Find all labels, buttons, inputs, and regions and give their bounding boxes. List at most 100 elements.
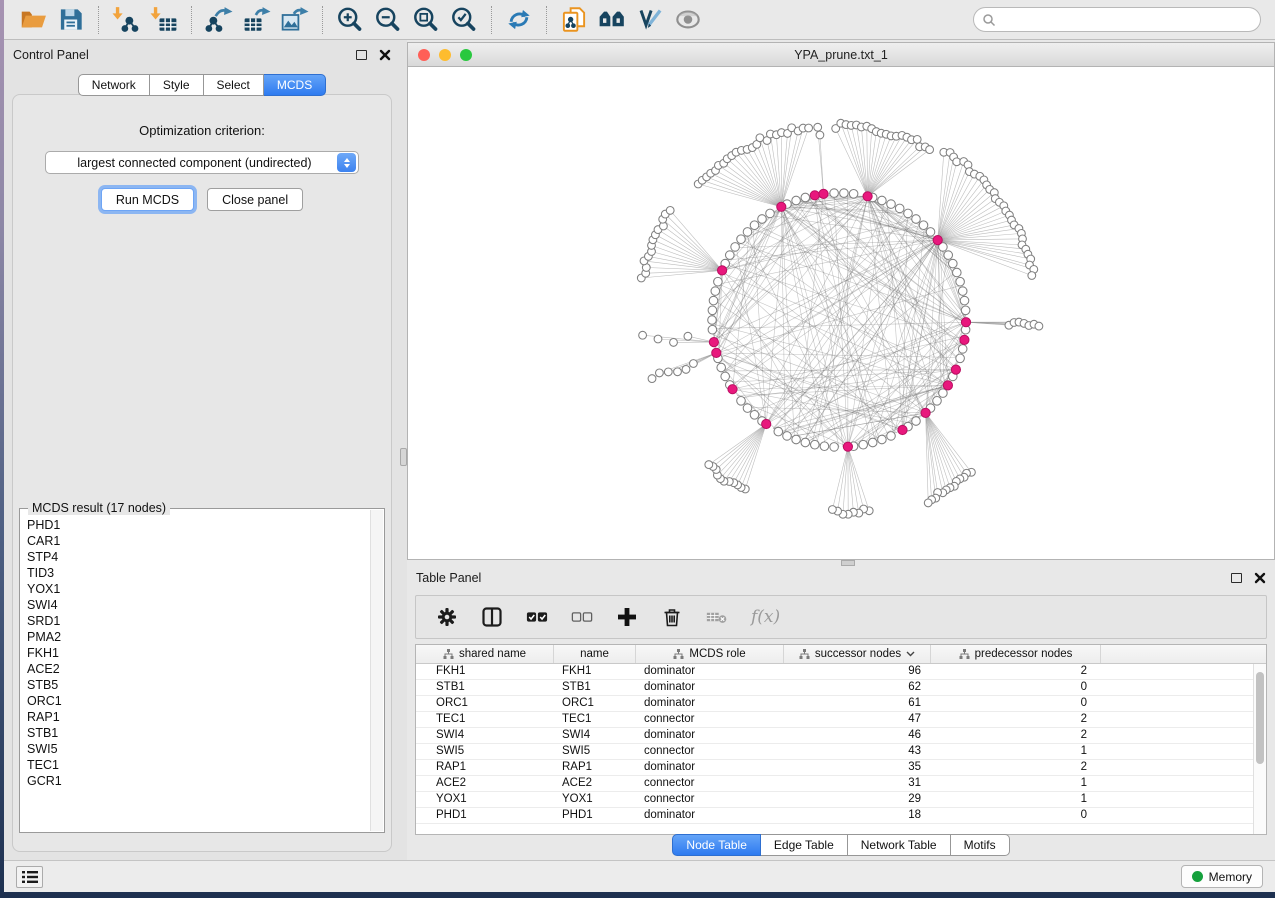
network-node[interactable] — [878, 196, 887, 205]
table-scrollbar[interactable] — [1253, 664, 1266, 834]
search-network-icon[interactable] — [597, 6, 627, 33]
mcds-network-node[interactable] — [712, 348, 721, 357]
mcds-network-node[interactable] — [810, 191, 819, 200]
network-node[interactable] — [708, 306, 717, 315]
network-node[interactable] — [684, 332, 692, 340]
network-node[interactable] — [805, 124, 813, 132]
table-row[interactable]: FKH1FKH1dominator962 — [416, 664, 1253, 680]
run-mcds-button[interactable]: Run MCDS — [101, 188, 194, 211]
network-node[interactable] — [958, 345, 967, 354]
mcds-result-item[interactable]: RAP1 — [27, 709, 364, 725]
network-node[interactable] — [743, 228, 752, 237]
table-row[interactable]: PHD1PHD1dominator180 — [416, 808, 1253, 824]
network-node[interactable] — [956, 277, 965, 286]
mcds-network-node[interactable] — [960, 335, 969, 344]
network-node[interactable] — [774, 427, 783, 436]
network-node[interactable] — [737, 235, 746, 244]
zoom-fit-icon[interactable] — [411, 6, 441, 33]
network-node[interactable] — [830, 189, 839, 198]
optimization-select[interactable]: largest connected component (undirected) — [45, 151, 359, 174]
close-panel-button[interactable]: Close panel — [207, 188, 303, 211]
column-header-MCDS-role[interactable]: MCDS role — [636, 645, 784, 663]
network-node[interactable] — [654, 335, 662, 343]
network-node[interactable] — [717, 363, 726, 372]
tab-node-table[interactable]: Node Table — [672, 834, 761, 856]
mcds-network-node[interactable] — [709, 338, 718, 347]
network-node[interactable] — [731, 243, 740, 252]
zoom-selected-icon[interactable] — [449, 6, 479, 33]
network-node[interactable] — [792, 196, 801, 205]
mcds-network-node[interactable] — [898, 425, 907, 434]
mcds-network-node[interactable] — [921, 408, 930, 417]
table-row[interactable]: ACE2ACE2connector311 — [416, 776, 1253, 792]
network-node[interactable] — [714, 277, 723, 286]
search-field[interactable] — [973, 7, 1261, 32]
network-node[interactable] — [912, 417, 921, 426]
network-node[interactable] — [904, 209, 913, 218]
zoom-in-icon[interactable] — [335, 6, 365, 33]
import-table-icon[interactable] — [149, 6, 179, 33]
network-node[interactable] — [656, 369, 664, 377]
table-row[interactable]: STB1STB1dominator620 — [416, 680, 1253, 696]
network-node[interactable] — [648, 375, 656, 383]
mcds-result-item[interactable]: ORC1 — [27, 693, 364, 709]
tab-select[interactable]: Select — [204, 74, 264, 96]
delete-table-icon[interactable] — [706, 606, 728, 628]
network-canvas[interactable] — [408, 67, 1274, 559]
refresh-icon[interactable] — [504, 6, 534, 33]
close-panel-icon[interactable] — [379, 49, 391, 61]
network-node[interactable] — [960, 296, 969, 305]
mcds-network-node[interactable] — [819, 189, 828, 198]
deselect-all-icon[interactable] — [571, 606, 593, 628]
tab-motifs[interactable]: Motifs — [951, 834, 1010, 856]
network-node[interactable] — [1028, 272, 1036, 280]
network-node[interactable] — [868, 438, 877, 447]
network-node[interactable] — [958, 287, 967, 296]
splitter-grip[interactable] — [400, 448, 407, 466]
tab-network[interactable]: Network — [78, 74, 150, 96]
table-row[interactable]: SWI4SWI4dominator462 — [416, 728, 1253, 744]
network-node[interactable] — [709, 296, 718, 305]
table-settings-gear-icon[interactable] — [436, 606, 458, 628]
mcds-network-node[interactable] — [777, 202, 786, 211]
network-node[interactable] — [926, 146, 934, 154]
network-node[interactable] — [913, 136, 921, 144]
network-node[interactable] — [878, 435, 887, 444]
column-header-predecessor-nodes[interactable]: predecessor nodes — [931, 645, 1101, 663]
column-header-successor-nodes[interactable]: successor nodes — [784, 645, 931, 663]
network-node[interactable] — [674, 368, 682, 376]
horizontal-splitter-grip[interactable] — [841, 560, 855, 566]
network-node[interactable] — [705, 461, 713, 469]
tab-edge-table[interactable]: Edge Table — [761, 834, 848, 856]
save-session-icon[interactable] — [56, 6, 86, 33]
mcds-network-node[interactable] — [863, 192, 872, 201]
network-node[interactable] — [953, 268, 962, 277]
network-titlebar[interactable]: YPA_prune.txt_1 — [408, 43, 1274, 67]
network-node[interactable] — [721, 372, 730, 381]
add-column-icon[interactable] — [616, 606, 638, 628]
float-table-panel-icon[interactable] — [1231, 573, 1242, 583]
task-history-button[interactable] — [16, 866, 43, 888]
network-node[interactable] — [814, 123, 822, 131]
close-table-panel-icon[interactable] — [1254, 572, 1266, 584]
zoom-out-icon[interactable] — [373, 6, 403, 33]
import-network-icon[interactable] — [111, 6, 141, 33]
network-node[interactable] — [919, 221, 928, 230]
mcds-network-node[interactable] — [951, 365, 960, 374]
mcds-network-node[interactable] — [843, 442, 852, 451]
select-all-icon[interactable] — [526, 606, 548, 628]
mcds-result-item[interactable]: TID3 — [27, 565, 364, 581]
network-node[interactable] — [887, 432, 896, 441]
mcds-network-node[interactable] — [728, 385, 737, 394]
network-node[interactable] — [750, 411, 759, 420]
mcds-network-node[interactable] — [933, 236, 942, 245]
search-input[interactable] — [996, 13, 1252, 27]
network-node[interactable] — [887, 200, 896, 209]
mcds-result-item[interactable]: STB5 — [27, 677, 364, 693]
show-columns-icon[interactable] — [481, 606, 503, 628]
table-row[interactable]: YOX1YOX1connector291 — [416, 792, 1253, 808]
network-node[interactable] — [956, 354, 965, 363]
network-node[interactable] — [829, 506, 837, 514]
network-node[interactable] — [708, 316, 717, 325]
delete-column-icon[interactable] — [661, 606, 683, 628]
